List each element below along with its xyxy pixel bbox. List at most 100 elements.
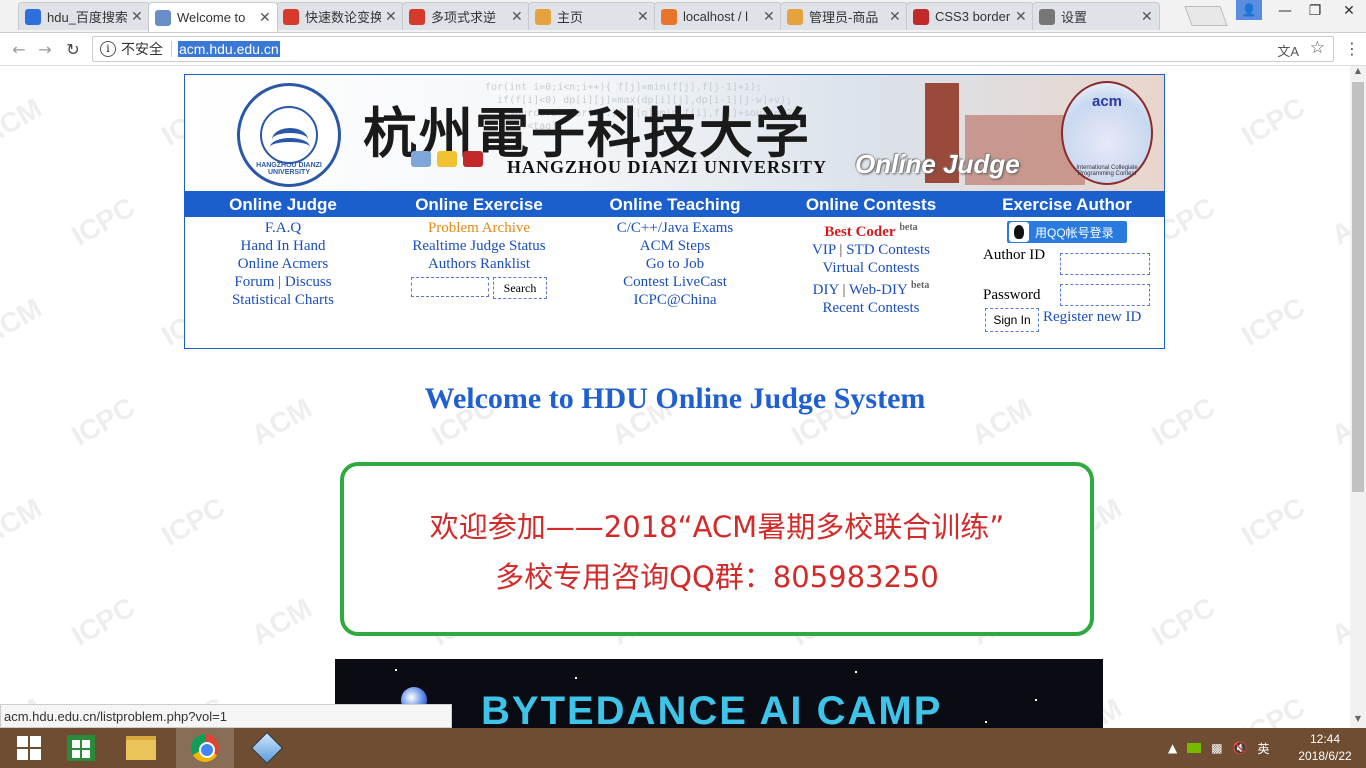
watermark-text: ICPC (1236, 291, 1310, 352)
browser-tab[interactable]: localhost / l ✕ (654, 2, 782, 30)
menu-icon[interactable]: ⋮ (1344, 39, 1360, 58)
std-contests-link[interactable]: STD Contests (846, 242, 930, 258)
nvidia-icon[interactable] (1187, 743, 1202, 753)
diy-link[interactable]: DIY (813, 282, 839, 298)
profile-icon[interactable]: 👤 (1236, 0, 1262, 20)
watermark-text: ICPC (66, 191, 140, 252)
close-tab-icon[interactable]: ✕ (511, 9, 523, 25)
taskbar-app[interactable] (238, 728, 296, 768)
problem-search-input[interactable] (411, 277, 489, 297)
browser-tab[interactable]: 设置 ✕ (1032, 2, 1160, 30)
scroll-thumb[interactable] (1352, 82, 1364, 492)
browser-tab[interactable]: 主页 ✕ (528, 2, 656, 30)
browser-tab[interactable]: 快速数论变换 ✕ (276, 2, 404, 30)
close-tab-icon[interactable]: ✕ (259, 10, 271, 26)
watermark-text: ACM (246, 592, 317, 651)
forward-icon[interactable]: → (34, 38, 56, 60)
page-viewport: ACM ICPC ACM ICPC ACM ICPC ACM ICPC ICPC ACM ICPC A… (0, 66, 1350, 728)
online-acmers-link[interactable]: Online Acmers (185, 255, 381, 273)
url-text[interactable]: acm.hdu.edu.cn (178, 41, 280, 57)
back-icon[interactable]: ← (8, 38, 30, 60)
register-link[interactable]: Register new ID (1043, 309, 1141, 326)
baidu-paw-icon (25, 8, 41, 25)
reload-icon[interactable]: ↻ (62, 38, 84, 60)
problem-archive-link[interactable]: Problem Archive (381, 219, 577, 237)
security-label[interactable]: 不安全 (121, 39, 163, 59)
store-icon (67, 735, 95, 761)
discuss-link[interactable]: Discuss (285, 274, 332, 290)
go-to-job-link[interactable]: Go to Job (577, 255, 773, 273)
recent-contests-link[interactable]: Recent Contests (773, 299, 969, 317)
network-icon[interactable]: ▩ (1211, 741, 1222, 755)
system-tray: ▲ ▩ 🔇 英 (1168, 728, 1270, 768)
best-coder-link[interactable]: Best Coder (824, 224, 895, 240)
close-tab-icon[interactable]: ✕ (889, 9, 901, 25)
minimize-button[interactable]: — (1270, 0, 1300, 22)
hdu-header: for(int i=0;i<n;i++){ f[j]=min(f[j],f[j-… (184, 74, 1165, 349)
authors-ranklist-link[interactable]: Authors Ranklist (381, 255, 577, 273)
close-tab-icon[interactable]: ✕ (1015, 9, 1027, 25)
vip-link[interactable]: VIP (812, 242, 836, 258)
volume-icon[interactable]: 🔇 (1233, 741, 1248, 755)
close-window-button[interactable]: ✕ (1334, 0, 1364, 22)
translate-icon[interactable]: 文A (1277, 41, 1299, 60)
forum-link[interactable]: Forum (234, 274, 274, 290)
phpmyadmin-icon (661, 8, 677, 25)
acm-steps-link[interactable]: ACM Steps (577, 237, 773, 255)
sign-in-button[interactable]: Sign In (985, 308, 1039, 332)
exercise-author-column: Exercise Author (969, 191, 1165, 217)
close-tab-icon[interactable]: ✕ (637, 9, 649, 25)
online-judge-column: Online Judge F.A.Q Hand In Hand Online A… (185, 191, 381, 309)
close-tab-icon[interactable]: ✕ (385, 9, 397, 25)
beta-badge: beta (899, 222, 918, 233)
author-id-input[interactable] (1060, 253, 1150, 275)
browser-tab[interactable]: Welcome to ✕ (148, 2, 278, 32)
icpc-china-link[interactable]: ICPC@China (577, 291, 773, 309)
virtualbox-icon (251, 732, 283, 764)
watermark-text: ACM (1326, 592, 1350, 651)
maximize-button[interactable]: ❐ (1300, 0, 1330, 22)
scroll-down-icon[interactable]: ▼ (1350, 714, 1366, 728)
scroll-up-icon[interactable]: ▲ (1350, 66, 1366, 80)
taskbar-file-explorer[interactable] (112, 728, 170, 768)
web-diy-link[interactable]: Web-DIY (849, 282, 907, 298)
online-contests-column: Online Contests Best Coder beta VIP | ST… (773, 191, 969, 317)
statistical-charts-link[interactable]: Statistical Charts (185, 291, 381, 309)
search-button[interactable]: Search (493, 277, 547, 299)
close-tab-icon[interactable]: ✕ (1141, 9, 1153, 25)
exams-link[interactable]: C/C++/Java Exams (577, 219, 773, 237)
bookmark-star-icon[interactable]: ☆ (1310, 38, 1325, 58)
contest-livecast-link[interactable]: Contest LiveCast (577, 273, 773, 291)
virtual-contests-link[interactable]: Virtual Contests (773, 259, 969, 277)
taskbar-clock[interactable]: 12:44 2018/6/22 (1296, 731, 1354, 765)
taskbar-store[interactable] (52, 728, 110, 768)
runoob-c-icon (913, 8, 929, 25)
page-scrollbar[interactable]: ▲ ▼ (1350, 66, 1366, 728)
faq-link[interactable]: F.A.Q (185, 219, 381, 237)
browser-tab[interactable]: 管理员-商品 ✕ (780, 2, 908, 30)
info-icon[interactable]: i (100, 41, 116, 57)
windows-logo-icon (17, 736, 41, 760)
qq-login-button[interactable]: 用QQ帐号登录 (1007, 221, 1127, 243)
browser-tab[interactable]: hdu_百度搜索 ✕ (18, 2, 150, 30)
author-id-label: Author ID (983, 247, 1046, 263)
exercise-author-heading: Exercise Author (1002, 195, 1132, 214)
hand-in-hand-link[interactable]: Hand In Hand (185, 237, 381, 255)
close-tab-icon[interactable]: ✕ (763, 9, 775, 25)
tab-title: 快速数论变换 (305, 10, 381, 25)
smiley-icon (535, 8, 551, 25)
online-teaching-heading: Online Teaching (609, 195, 741, 214)
realtime-judge-status-link[interactable]: Realtime Judge Status (381, 237, 577, 255)
new-tab-button[interactable] (1184, 6, 1228, 26)
address-bar[interactable]: i 不安全 acm.hdu.edu.cn 文A ☆ (92, 36, 1334, 62)
taskbar-chrome[interactable] (176, 728, 234, 768)
browser-tab[interactable]: CSS3 border ✕ (906, 2, 1034, 30)
start-button[interactable] (0, 728, 58, 768)
close-tab-icon[interactable]: ✕ (131, 9, 143, 25)
show-hidden-icon[interactable]: ▲ (1168, 741, 1177, 755)
windows-taskbar: ▲ ▩ 🔇 英 12:44 2018/6/22 (0, 728, 1366, 768)
password-input[interactable] (1060, 284, 1150, 306)
ime-indicator[interactable]: 英 (1258, 740, 1270, 757)
tab-title: 设置 (1061, 10, 1088, 25)
browser-tab[interactable]: 多项式求逆 ✕ (402, 2, 530, 30)
